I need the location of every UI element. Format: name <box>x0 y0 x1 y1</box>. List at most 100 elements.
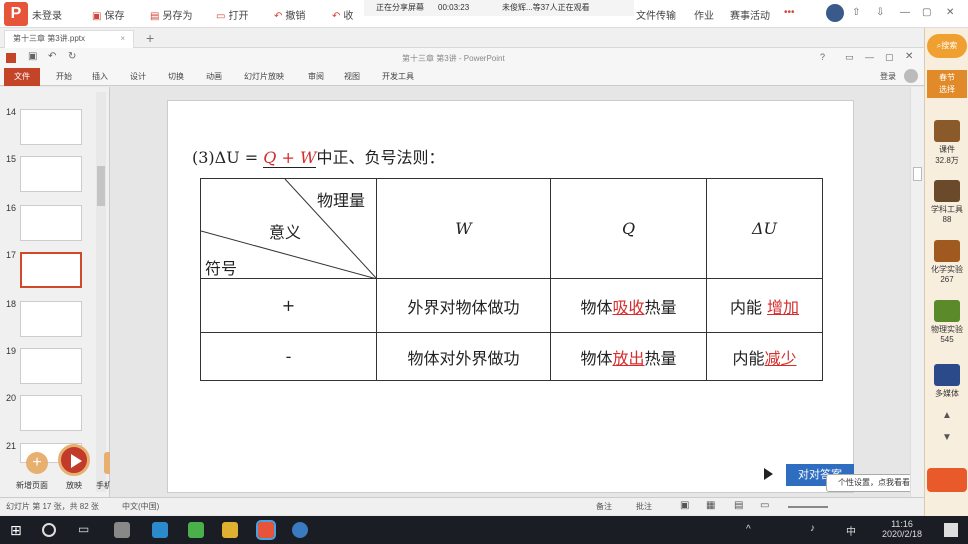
ribbon-login[interactable]: 登录 <box>880 71 896 82</box>
tab-review[interactable]: 审阅 <box>308 71 324 82</box>
slideshow-view-icon[interactable]: ▭ <box>760 500 769 511</box>
notes-button[interactable]: 备注 <box>596 501 612 512</box>
app-icon-1[interactable] <box>114 522 130 538</box>
file-transfer-button[interactable]: 文件传输 <box>636 7 676 22</box>
ime-indicator[interactable]: 中 <box>846 523 856 538</box>
slide-thumbnail-20[interactable] <box>20 395 82 431</box>
header-physical-quantity: 物理量 <box>317 191 366 210</box>
tray-chevron-icon[interactable]: ^ <box>746 524 751 535</box>
homework-button[interactable]: 作业 <box>694 7 714 22</box>
document-tabbar <box>0 28 924 48</box>
festival-button[interactable]: 春节 选择 <box>927 70 967 98</box>
tab-animations[interactable]: 动画 <box>206 71 222 82</box>
comments-button[interactable]: 批注 <box>636 501 652 512</box>
more-button[interactable]: ••• <box>784 7 795 18</box>
upload-icon[interactable]: ⇧ <box>852 7 860 18</box>
login-button[interactable]: 未登录 <box>32 7 62 22</box>
slide-thumbnail-18[interactable] <box>20 301 82 337</box>
volume-icon[interactable]: ♪ <box>810 523 815 534</box>
slide-thumbnail-16[interactable] <box>20 205 82 241</box>
open-button[interactable]: ▭ 打开 <box>216 7 248 22</box>
zoom-slider[interactable] <box>788 506 828 508</box>
normal-view-icon[interactable]: ▣ <box>680 500 689 511</box>
slide-thumbnail-17-selected[interactable] <box>20 252 82 288</box>
slide-scrollbar[interactable] <box>910 87 924 497</box>
thumbnail-scroll-thumb[interactable] <box>97 166 105 206</box>
slide-scroll-thumb[interactable] <box>913 167 922 181</box>
app-icon-4[interactable] <box>292 522 308 538</box>
saveas-icon: ▤ <box>150 11 160 22</box>
qa-undo-icon[interactable]: ↶ <box>48 51 56 62</box>
play-triangle-icon[interactable] <box>764 468 773 480</box>
save-button[interactable]: ▣ 保存 <box>92 7 124 22</box>
undo2-button[interactable]: ↶ 收 <box>332 7 353 22</box>
ppt-titlebar: ▣ ↶ ↻ 第十三章 第3讲 - PowerPoint ? ▭ — ▢ ✕ <box>0 48 924 68</box>
maximize-icon[interactable]: ▢ <box>922 7 931 18</box>
app-icon-2[interactable] <box>152 522 168 538</box>
app-icon-3[interactable] <box>188 522 204 538</box>
search-button[interactable]: ⌕搜索 <box>927 34 967 58</box>
play-button[interactable] <box>58 444 90 476</box>
tab-design[interactable]: 设计 <box>130 71 146 82</box>
folder-icon[interactable] <box>222 522 238 538</box>
sign-rule-table: 物理量 意义 符号 W Q ΔU + 外界对物体做功 物体吸收热量 内能 增加 … <box>200 178 823 381</box>
notifications-icon[interactable] <box>944 523 958 537</box>
tab-home[interactable]: 开始 <box>56 71 72 82</box>
personal-settings-tooltip[interactable]: 个性设置，点我看看 <box>826 474 922 492</box>
scroll-up-icon[interactable]: ▲ <box>927 410 967 421</box>
events-button[interactable]: 赛事活动 <box>730 7 770 22</box>
tab-view[interactable]: 视图 <box>344 71 360 82</box>
saveas-button[interactable]: ▤ 另存为 <box>150 7 192 22</box>
ppt-close-icon[interactable]: ✕ <box>905 51 913 62</box>
user-avatar[interactable] <box>826 4 844 22</box>
cloud-icon[interactable] <box>927 468 967 492</box>
add-page-icon[interactable]: + <box>26 452 48 474</box>
status-bar: 幻灯片 第 17 张，共 82 张 中文(中国) 备注 批注 ▣ ▦ ▤ ▭ <box>0 497 924 515</box>
tab-developer[interactable]: 开发工具 <box>382 71 414 82</box>
thumbnail-scrollbar[interactable] <box>96 92 106 492</box>
help-button[interactable]: ? <box>820 52 825 62</box>
row2-dU: 内能减少 <box>706 332 823 381</box>
ribbon-options-icon[interactable]: ▭ <box>845 52 854 63</box>
slide-thumbnail-14[interactable] <box>20 109 82 145</box>
ribbon-avatar[interactable] <box>904 69 918 83</box>
ppt-minimize-icon[interactable]: — <box>865 52 874 62</box>
folder-icon: ▭ <box>216 11 226 22</box>
language-indicator[interactable]: 中文(中国) <box>122 501 159 512</box>
courseware-button[interactable]: 课件 32.8万 <box>927 120 967 166</box>
download-icon[interactable]: ⇩ <box>876 7 884 18</box>
qa-save-icon[interactable]: ▣ <box>28 51 37 62</box>
tab-insert[interactable]: 插入 <box>92 71 108 82</box>
new-tab-button[interactable]: + <box>146 30 154 46</box>
minimize-icon[interactable]: — <box>900 7 910 18</box>
undo-button[interactable]: ↶ 撤销 <box>274 7 305 22</box>
document-tab[interactable]: 第十三章 第3讲.pptx × <box>4 30 134 48</box>
windows-start-icon[interactable]: ⊞ <box>10 522 26 538</box>
slide-thumbnail-15[interactable] <box>20 156 82 192</box>
slide-thumbnail-19[interactable] <box>20 348 82 384</box>
active-app-icon[interactable] <box>256 520 276 540</box>
reading-view-icon[interactable]: ▤ <box>734 500 743 511</box>
scroll-down-icon[interactable]: ▼ <box>927 432 967 443</box>
sorter-view-icon[interactable]: ▦ <box>706 500 715 511</box>
multimedia-button[interactable]: 多媒体 <box>927 364 967 399</box>
cortana-icon[interactable] <box>42 523 56 537</box>
close-icon[interactable]: ✕ <box>946 7 954 18</box>
tab-file[interactable]: 文件 <box>4 68 40 86</box>
tab-slideshow[interactable]: 幻灯片放映 <box>244 71 284 82</box>
chem-experiment-button[interactable]: 化学实验 267 <box>927 240 967 284</box>
ppt-icon <box>6 53 16 63</box>
formula-line: (3)ΔU = Q + W中正、负号法则： <box>192 144 444 168</box>
tab-close-icon[interactable]: × <box>120 31 125 47</box>
save-icon: ▣ <box>92 11 102 22</box>
phys-experiment-button[interactable]: 物理实验 545 <box>927 300 967 344</box>
subject-tools-button[interactable]: 学科工具 88 <box>927 180 967 224</box>
tab-transitions[interactable]: 切换 <box>168 71 184 82</box>
clock[interactable]: 11:16 2020/2/18 <box>872 519 932 539</box>
undo2-icon: ↶ <box>332 11 341 22</box>
row1-W: 外界对物体做功 <box>376 278 551 333</box>
ppt-restore-icon[interactable]: ▢ <box>885 52 894 63</box>
task-view-icon[interactable]: ▭ <box>78 522 94 538</box>
qa-redo-icon[interactable]: ↻ <box>68 51 76 62</box>
header-Q: Q <box>550 178 707 279</box>
